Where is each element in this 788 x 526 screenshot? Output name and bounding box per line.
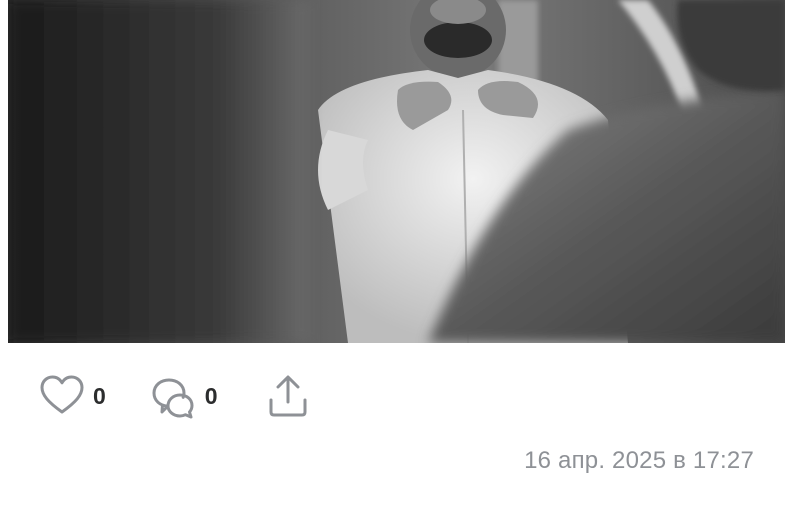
post-timestamp: 16 апр. 2025 в 17:27: [524, 447, 754, 474]
post-photo[interactable]: [8, 0, 785, 343]
comment-button[interactable]: 0: [150, 372, 218, 420]
comment-count: 0: [204, 382, 218, 409]
post-actions-bar: 0 0: [38, 370, 312, 422]
photo-image: [8, 0, 785, 343]
comment-bubbles-icon: [150, 372, 198, 420]
heart-icon: [38, 372, 86, 420]
like-button[interactable]: 0: [38, 372, 106, 420]
share-button[interactable]: [264, 372, 312, 420]
like-count: 0: [93, 382, 106, 409]
share-upload-icon: [264, 372, 312, 420]
